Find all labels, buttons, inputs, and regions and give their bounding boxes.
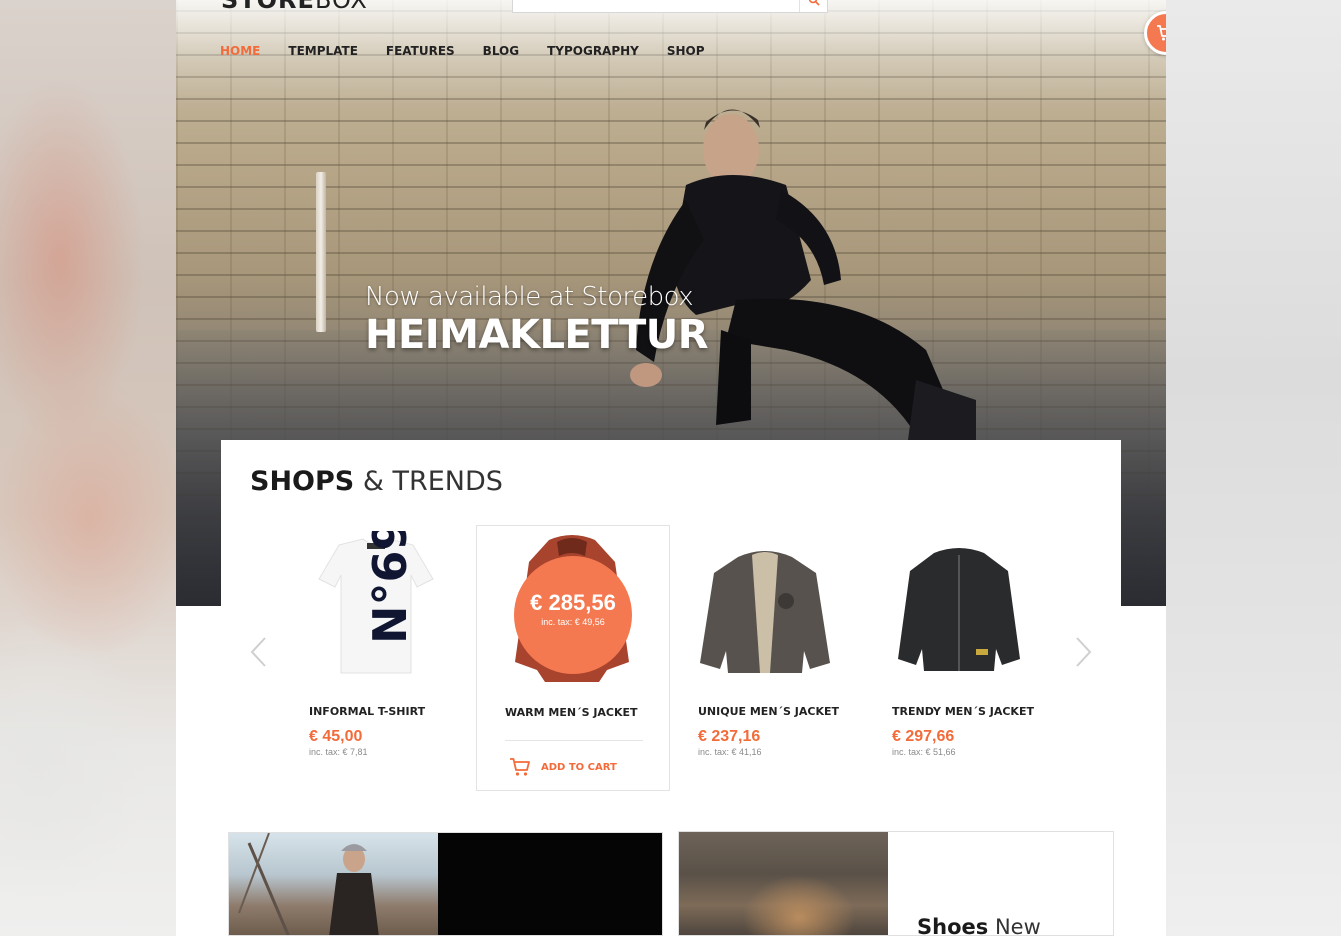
promo-caption-thin: New xyxy=(994,915,1041,936)
product-image-grey-jacket[interactable] xyxy=(690,531,840,681)
product-name[interactable]: TRENDY MEN´S JACKET xyxy=(892,705,1034,718)
product-tax: inc. tax: € 51,66 xyxy=(892,747,956,757)
chevron-right-icon[interactable] xyxy=(1072,636,1094,668)
price-bubble-tax: inc. tax: € 49,56 xyxy=(541,617,605,627)
nav-item-home[interactable]: HOME xyxy=(220,44,260,58)
price-bubble-amount: € 285,56 xyxy=(530,590,616,615)
page-container: Now available at Storebox HEIMAKLETTUR S… xyxy=(176,0,1166,936)
product-card[interactable]: TRENDY MEN´S JACKET € 297,66 inc. tax: €… xyxy=(864,525,1058,791)
product-tax: inc. tax: € 41,16 xyxy=(698,747,762,757)
product-card[interactable]: UNIQUE MEN´S JACKET € 237,16 inc. tax: €… xyxy=(670,525,864,791)
chevron-left-icon[interactable] xyxy=(248,636,270,668)
product-image-tshirt[interactable]: N°69 xyxy=(301,531,451,681)
product-price: € 297,66 xyxy=(892,728,955,745)
product-tax: inc. tax: € 7,81 xyxy=(309,747,368,757)
svg-text:N°69: N°69 xyxy=(363,531,417,644)
nav-item-typography[interactable]: TYPOGRAPHY xyxy=(547,44,639,58)
nav-item-shop[interactable]: SHOP xyxy=(667,44,705,58)
product-price: € 45,00 xyxy=(309,728,363,745)
product-carousel: N°69 INFORMAL T-SHIRT € 45,00 inc. tax: … xyxy=(281,525,1061,795)
product-name[interactable]: INFORMAL T-SHIRT xyxy=(309,705,425,718)
logo-thin: BOX xyxy=(314,0,368,14)
section-title: SHOPS & TRENDS xyxy=(250,466,503,497)
cart-icon xyxy=(1157,25,1166,41)
promo-dark-panel xyxy=(438,833,662,935)
product-name[interactable]: WARM MEN´S JACKET xyxy=(505,706,638,719)
search-input[interactable] xyxy=(512,0,828,13)
cart-icon xyxy=(510,758,530,776)
search-icon[interactable] xyxy=(799,0,827,12)
product-card-highlighted[interactable]: € 285,56 inc. tax: € 49,56 WARM MEN´S JA… xyxy=(476,525,670,791)
hero-title: HEIMAKLETTUR xyxy=(365,312,709,358)
hero-pipe xyxy=(316,172,326,332)
logo-bold: STORE xyxy=(221,0,315,14)
background-blur-right xyxy=(1166,0,1341,936)
promo-tile-left[interactable] xyxy=(228,832,663,936)
promo-caption-bold: Shoes xyxy=(917,915,989,936)
promo-photo-woman[interactable] xyxy=(229,833,438,935)
hero-subtitle: Now available at Storebox xyxy=(365,282,694,312)
nav-item-blog[interactable]: BLOG xyxy=(483,44,519,58)
shops-trends-panel: SHOPS & TRENDS N°69 INFORMAL T-SHIRT € 4… xyxy=(221,440,1121,820)
add-to-cart-label: ADD TO CART xyxy=(541,761,617,773)
promo-photo-illustration xyxy=(238,833,379,935)
hero-model-figure xyxy=(630,109,976,440)
section-title-thin: & TRENDS xyxy=(362,466,503,497)
background-blur-left xyxy=(0,0,176,936)
main-navigation: HOME TEMPLATE FEATURES BLOG TYPOGRAPHY S… xyxy=(220,44,733,58)
nav-item-features[interactable]: FEATURES xyxy=(386,44,455,58)
promo-tile-right[interactable]: Shoes New xyxy=(678,831,1114,936)
add-to-cart-button[interactable]: ADD TO CART xyxy=(509,757,617,777)
nav-item-template[interactable]: TEMPLATE xyxy=(288,44,358,58)
price-bubble: € 285,56 inc. tax: € 49,56 xyxy=(514,556,632,674)
product-price: € 237,16 xyxy=(698,728,761,745)
promo-photo-shoes[interactable] xyxy=(679,832,888,935)
site-logo[interactable]: STOREBOX xyxy=(221,0,368,14)
promo-caption[interactable]: Shoes New xyxy=(917,915,1041,936)
product-card[interactable]: N°69 INFORMAL T-SHIRT € 45,00 inc. tax: … xyxy=(281,525,475,791)
section-title-bold: SHOPS xyxy=(250,466,355,497)
card-divider xyxy=(505,740,643,741)
product-image-black-jacket[interactable] xyxy=(884,531,1034,681)
product-name[interactable]: UNIQUE MEN´S JACKET xyxy=(698,705,839,718)
